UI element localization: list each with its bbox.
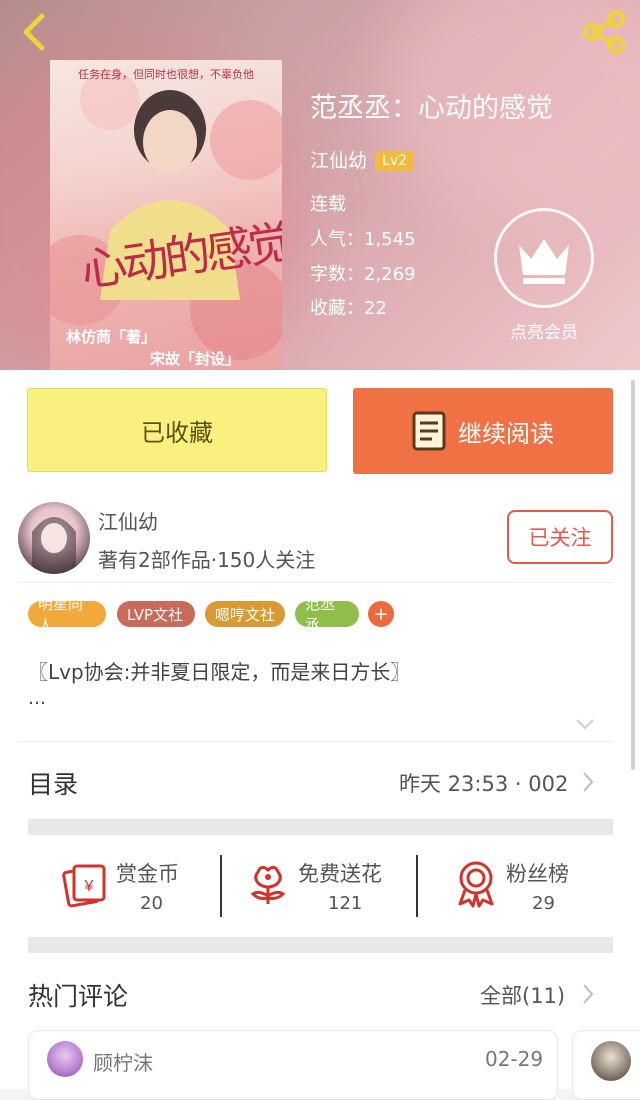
chevron-down-icon[interactable] xyxy=(574,716,596,732)
book-author-line[interactable]: 江仙幼 Lv2 xyxy=(310,146,415,173)
follow-label: 已关注 xyxy=(528,526,592,550)
free-flower-label[interactable]: 免费送花 xyxy=(298,858,382,888)
book-header: 任务在身，但同时也很想，不辜负他 心动的感觉 林仿茼「著」 宋故「封设」 范丞丞… xyxy=(0,0,640,370)
fans-ranking-value: 29 xyxy=(532,893,555,914)
medal-icon[interactable] xyxy=(455,860,497,908)
vip-label[interactable]: 点亮会员 xyxy=(494,318,594,343)
tag-chip[interactable]: 范丞丞 xyxy=(295,595,359,634)
book-icon xyxy=(412,411,446,451)
book-title: 范丞丞：心动的感觉 xyxy=(310,93,553,124)
chevron-right-icon[interactable] xyxy=(580,982,596,1006)
tag-label: LVP文社 xyxy=(127,605,184,624)
cover-credit: 林仿茼「著」 xyxy=(66,328,157,346)
share-icon[interactable] xyxy=(580,10,628,54)
commenter-avatar[interactable] xyxy=(47,1041,83,1077)
book-intro: 〖Lvp协会:并非夏日限定，而是来日方长〗 xyxy=(28,660,411,684)
stat-divider xyxy=(220,855,222,917)
level-badge: Lv2 xyxy=(375,151,415,171)
toc-latest-chapter[interactable]: 昨天 23:53 · 002 xyxy=(399,768,568,798)
favorited-label: 已收藏 xyxy=(141,418,213,447)
free-flower-value: 121 xyxy=(328,893,363,914)
comment-date: 02-29 xyxy=(485,1047,544,1071)
reward-coin-value: 20 xyxy=(140,893,163,914)
book-word-count: 字数：2,269 xyxy=(310,264,416,285)
hot-comments-title: 热门评论 xyxy=(28,982,129,1011)
tag-chip[interactable]: 嗯哼文社 xyxy=(205,601,285,627)
chevron-right-icon[interactable] xyxy=(580,770,596,794)
author-description: 著有2部作品·150人关注 xyxy=(98,548,316,572)
book-intro-ellipsis: … xyxy=(28,688,46,709)
tag-label: 明星同人 xyxy=(38,595,84,634)
divider xyxy=(18,741,613,742)
tag-label: 嗯哼文社 xyxy=(215,605,276,624)
flower-icon[interactable] xyxy=(247,862,289,908)
author-name[interactable]: 江仙幼 xyxy=(98,506,158,535)
back-icon[interactable] xyxy=(14,10,58,54)
cover-top-text: 任务在身，但同时也很想，不辜负他 xyxy=(78,68,254,81)
section-band xyxy=(28,819,613,835)
book-status: 连载 xyxy=(310,194,346,215)
follow-button[interactable]: 已关注 xyxy=(507,510,613,564)
crown-icon xyxy=(519,239,569,284)
coin-card-icon[interactable]: ¥ xyxy=(62,862,108,908)
cover-credit: 宋故「封设」 xyxy=(150,350,241,368)
continue-reading-label: 继续阅读 xyxy=(458,419,554,448)
commenter-avatar[interactable] xyxy=(591,1041,631,1081)
tag-chip[interactable]: LVP文社 xyxy=(117,601,195,627)
commenter-name[interactable]: 顾柠沫 xyxy=(93,1047,153,1076)
all-comments-link[interactable]: 全部(11) xyxy=(480,980,565,1010)
fans-ranking-label[interactable]: 粉丝榜 xyxy=(506,858,569,888)
add-tag-button[interactable]: + xyxy=(368,601,394,627)
favorited-button[interactable]: 已收藏 xyxy=(27,388,327,472)
toc-title[interactable]: 目录 xyxy=(28,765,78,801)
vip-crown-button[interactable] xyxy=(494,208,594,308)
comment-card[interactable]: 顾柠沫 02-29 xyxy=(28,1030,558,1100)
tag-label: 范丞丞 xyxy=(305,595,336,634)
author-avatar[interactable] xyxy=(18,502,90,574)
book-favorites-count: 收藏：22 xyxy=(310,298,387,319)
section-band xyxy=(28,937,613,953)
stat-divider xyxy=(416,855,418,917)
continue-reading-button[interactable]: 继续阅读 xyxy=(353,388,613,474)
comment-card[interactable] xyxy=(572,1030,640,1100)
svg-text:¥: ¥ xyxy=(84,878,94,895)
book-cover[interactable]: 任务在身，但同时也很想，不辜负他 心动的感觉 林仿茼「著」 宋故「封设」 xyxy=(50,60,282,370)
book-author[interactable]: 江仙幼 xyxy=(310,150,367,172)
scrollbar[interactable] xyxy=(631,380,635,770)
tag-chip[interactable]: 明星同人 xyxy=(28,595,106,634)
reward-coin-label[interactable]: 赏金币 xyxy=(116,858,179,888)
book-popularity: 人气：1,545 xyxy=(310,229,416,250)
divider xyxy=(18,582,613,583)
